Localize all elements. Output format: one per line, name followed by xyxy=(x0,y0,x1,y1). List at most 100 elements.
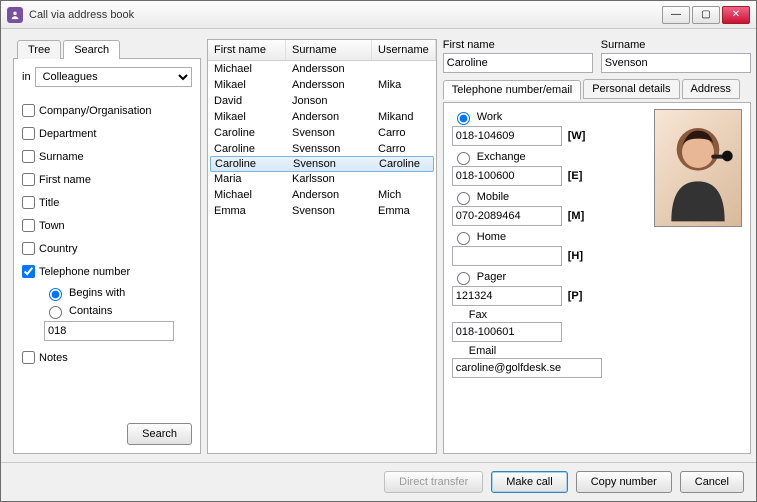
window-buttons: — ▢ ✕ xyxy=(662,6,750,24)
search-column: Tree Search in Colleagues Company/Organi… xyxy=(13,39,201,454)
lbl-home: Home xyxy=(477,231,506,243)
detail-surname-label: Surname xyxy=(601,39,751,51)
lbl-exchange: Exchange xyxy=(477,151,526,163)
cell-surname: Andersson xyxy=(286,78,372,92)
cell-surname: Karlsson xyxy=(286,172,372,186)
lbl-department: Department xyxy=(39,128,96,140)
chk-town[interactable] xyxy=(22,219,35,232)
val-email[interactable] xyxy=(452,358,602,378)
radio-pager[interactable] xyxy=(457,272,470,285)
content: Tree Search in Colleagues Company/Organi… xyxy=(1,29,756,462)
chk-department[interactable] xyxy=(22,127,35,140)
footer: Direct transfer Make call Copy number Ca… xyxy=(1,462,756,501)
cell-username xyxy=(372,94,436,108)
detail-surname-input[interactable] xyxy=(601,53,751,73)
search-panel: in Colleagues Company/Organisation Depar… xyxy=(13,58,201,454)
table-row[interactable]: CarolineSvenssonCarro xyxy=(208,141,436,157)
table-row[interactable]: MariaKarlsson xyxy=(208,171,436,187)
table-row[interactable]: EmmaSvensonEmma xyxy=(208,203,436,219)
chk-telephone[interactable] xyxy=(22,265,35,278)
titlebar: Call via address book — ▢ ✕ xyxy=(1,1,756,29)
table-row[interactable]: MichaelAndersonMich xyxy=(208,187,436,203)
cell-username: Mika xyxy=(372,78,436,92)
cell-surname: Svensson xyxy=(286,142,372,156)
cell-surname: Anderson xyxy=(286,110,372,124)
lbl-pager: Pager xyxy=(477,271,506,283)
search-button[interactable]: Search xyxy=(127,423,192,445)
contact-photo xyxy=(654,109,742,227)
cell-username: Carro xyxy=(372,142,436,156)
lbl-town: Town xyxy=(39,220,65,232)
chk-title[interactable] xyxy=(22,196,35,209)
detail-first-label: First name xyxy=(443,39,593,51)
cell-username: Caroline xyxy=(375,157,433,171)
cell-surname: Svenson xyxy=(286,204,372,218)
chk-surname[interactable] xyxy=(22,150,35,163)
radio-contains[interactable] xyxy=(49,306,62,319)
detail-first-input[interactable] xyxy=(443,53,593,73)
detail-panel: Work [W] Exchange [E] Mobile [M] Home [H… xyxy=(443,102,751,454)
table-row[interactable]: MikaelAndersonMikand xyxy=(208,109,436,125)
chk-firstname[interactable] xyxy=(22,173,35,186)
chk-country[interactable] xyxy=(22,242,35,255)
cell-username: Emma xyxy=(372,204,436,218)
results-body: MichaelAnderssonMikaelAnderssonMikaDavid… xyxy=(208,61,436,219)
val-pager[interactable] xyxy=(452,286,562,306)
val-home[interactable] xyxy=(452,246,562,266)
lbl-begins: Begins with xyxy=(69,287,125,299)
tab-search[interactable]: Search xyxy=(63,40,120,59)
minimize-button[interactable]: — xyxy=(662,6,690,24)
cell-first: Michael xyxy=(208,62,286,76)
radio-work[interactable] xyxy=(457,112,470,125)
left-tabs: Tree Search xyxy=(17,39,201,58)
tab-tree[interactable]: Tree xyxy=(17,40,61,59)
cell-first: Caroline xyxy=(208,142,286,156)
val-exchange[interactable] xyxy=(452,166,562,186)
window-title: Call via address book xyxy=(29,9,662,21)
cell-username xyxy=(372,62,436,76)
chk-company[interactable] xyxy=(22,104,35,117)
table-row[interactable]: CarolineSvensonCarro xyxy=(208,125,436,141)
val-work[interactable] xyxy=(452,126,562,146)
results-list: First name Surname Username MichaelAnder… xyxy=(207,39,437,454)
tab-telephone[interactable]: Telephone number/email xyxy=(443,80,581,100)
tel-value-input[interactable] xyxy=(44,321,174,341)
make-call-button[interactable]: Make call xyxy=(491,471,567,493)
maximize-button[interactable]: ▢ xyxy=(692,6,720,24)
scope-select[interactable]: Colleagues xyxy=(35,67,192,87)
copy-number-button[interactable]: Copy number xyxy=(576,471,672,493)
close-button[interactable]: ✕ xyxy=(722,6,750,24)
val-mobile[interactable] xyxy=(452,206,562,226)
radio-home[interactable] xyxy=(457,232,470,245)
cell-username xyxy=(372,172,436,186)
radio-begins[interactable] xyxy=(49,288,62,301)
table-row[interactable]: CarolineSvensonCaroline xyxy=(210,156,434,172)
radio-mobile[interactable] xyxy=(457,192,470,205)
lbl-fax: Fax xyxy=(469,309,487,321)
app-icon xyxy=(7,7,23,23)
col-firstname[interactable]: First name xyxy=(208,40,286,60)
lbl-mobile: Mobile xyxy=(477,191,509,203)
col-username[interactable]: Username xyxy=(372,40,436,60)
suf-mobile: [M] xyxy=(568,210,590,222)
val-fax[interactable] xyxy=(452,322,562,342)
cell-surname: Andersson xyxy=(286,62,372,76)
table-row[interactable]: DavidJonson xyxy=(208,93,436,109)
tab-personal[interactable]: Personal details xyxy=(583,79,679,99)
table-row[interactable]: MikaelAnderssonMika xyxy=(208,77,436,93)
tab-address[interactable]: Address xyxy=(682,79,740,99)
direct-transfer-button[interactable]: Direct transfer xyxy=(384,471,483,493)
cancel-button[interactable]: Cancel xyxy=(680,471,744,493)
suf-pager: [P] xyxy=(568,290,590,302)
chk-notes[interactable] xyxy=(22,351,35,364)
lbl-notes: Notes xyxy=(39,352,68,364)
lbl-company: Company/Organisation xyxy=(39,105,152,117)
cell-username: Mich xyxy=(372,188,436,202)
table-row[interactable]: MichaelAndersson xyxy=(208,61,436,77)
suf-work: [W] xyxy=(568,130,590,142)
col-surname[interactable]: Surname xyxy=(286,40,372,60)
cell-surname: Anderson xyxy=(286,188,372,202)
radio-exchange[interactable] xyxy=(457,152,470,165)
lbl-telephone: Telephone number xyxy=(39,266,130,278)
cell-first: Emma xyxy=(208,204,286,218)
